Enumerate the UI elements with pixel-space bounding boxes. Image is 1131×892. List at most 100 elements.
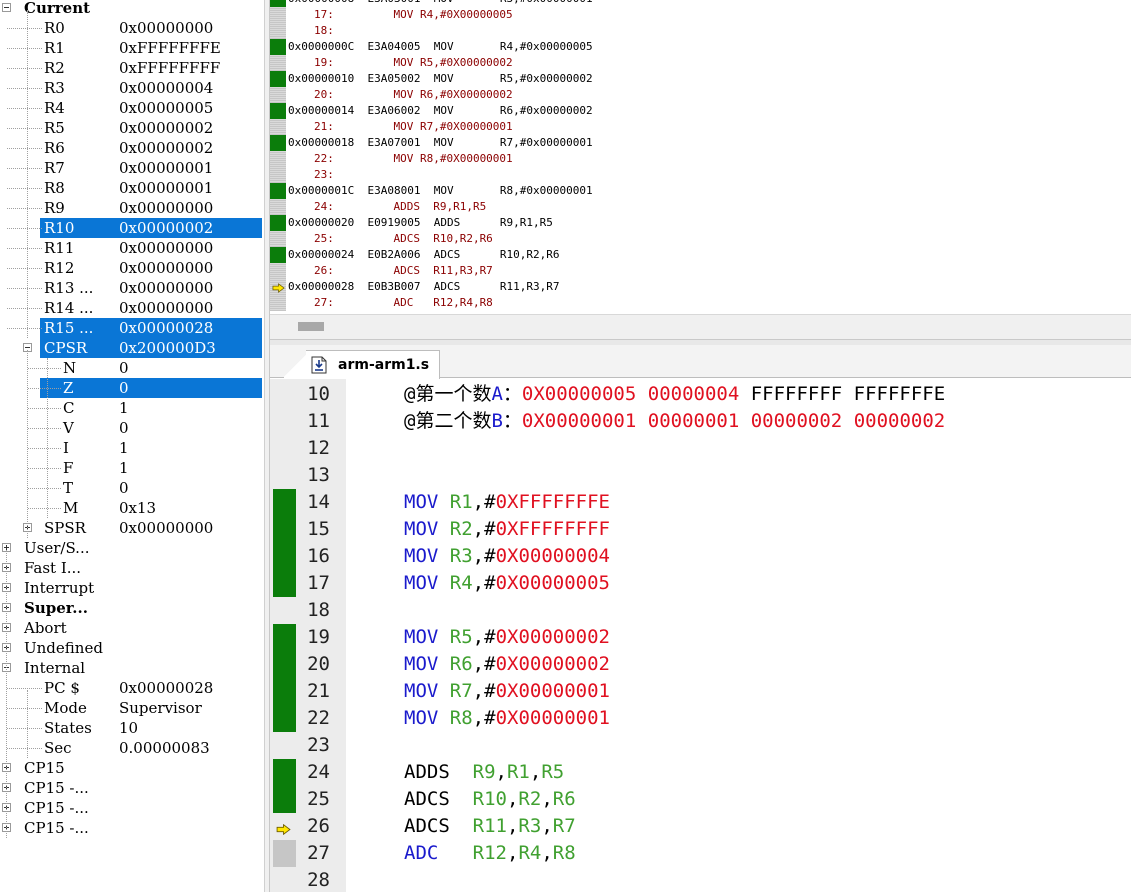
editor-line[interactable]: 12 [270, 435, 1131, 462]
editor-line[interactable]: 19 MOV R5,#0X00000002 [270, 624, 1131, 651]
disassembly-gutter[interactable] [270, 55, 286, 71]
disassembly-gutter[interactable] [270, 23, 286, 39]
register-row[interactable]: F1 [0, 458, 262, 478]
disassembly-source-line[interactable]: 26: ADCS R11,R3,R7 [270, 263, 1131, 279]
register-row[interactable]: R12 0x00000000 [0, 258, 262, 278]
tree-collapse-icon[interactable] [2, 3, 11, 12]
disassembly-source-line[interactable]: 20: MOV R6,#0X00000002 [270, 87, 1131, 103]
editor-line[interactable]: 22 MOV R8,#0X00000001 [270, 705, 1131, 732]
register-row[interactable]: C1 [0, 398, 262, 418]
disassembly-instruction[interactable]: 0x0000001C E3A08001 MOV R8,#0x00000001 [270, 183, 1131, 199]
register-row[interactable]: R1 0xFFFFFFFE [0, 38, 262, 58]
register-row[interactable]: States 10 [0, 718, 262, 738]
editor-line[interactable]: 24 ADDS R9,R1,R5 [270, 759, 1131, 786]
register-row[interactable]: CP15 -... [0, 778, 262, 798]
register-row[interactable]: R7 0x00000001 [0, 158, 262, 178]
editor-line[interactable]: 18 [270, 597, 1131, 624]
register-row[interactable]: R6 0x00000002 [0, 138, 262, 158]
disassembly-gutter[interactable] [270, 247, 286, 263]
register-row[interactable]: N0 [0, 358, 262, 378]
disassembly-instruction[interactable]: 0x00000020 E0919005 ADDS R9,R1,R5 [270, 215, 1131, 231]
disassembly-gutter[interactable] [270, 71, 286, 87]
disassembly-gutter[interactable] [270, 39, 286, 55]
register-row[interactable]: Z0 [0, 378, 262, 398]
editor-line[interactable]: 11 @第二个数B：0X00000001 00000001 00000002 00… [270, 408, 1131, 435]
register-row[interactable]: R10 0x00000002 [0, 218, 262, 238]
register-row[interactable]: PC $ 0x00000028 [0, 678, 262, 698]
disassembly-horizontal-scrollbar[interactable] [270, 314, 1131, 339]
disassembly-gutter[interactable] [270, 135, 286, 151]
register-row[interactable]: R13 ... 0x00000000 [0, 278, 262, 298]
register-row[interactable]: R11 0x00000000 [0, 238, 262, 258]
disassembly-gutter[interactable] [270, 231, 286, 247]
disassembly-gutter[interactable] [270, 103, 286, 119]
register-row[interactable]: CP15 -... [0, 818, 262, 838]
register-row[interactable]: Fast I... [0, 558, 262, 578]
register-row[interactable]: Sec 0.00000083 [0, 738, 262, 758]
disassembly-instruction[interactable]: 0x00000010 E3A05002 MOV R5,#0x00000002 [270, 71, 1131, 87]
register-row[interactable]: User/S... [0, 538, 262, 558]
editor-line[interactable]: 28 [270, 867, 1131, 892]
tab-arm-arm1[interactable]: arm-arm1.s [306, 350, 440, 379]
disassembly-gutter[interactable] [270, 183, 286, 199]
register-row[interactable]: SPSR 0x00000000 [0, 518, 262, 538]
disassembly-gutter[interactable] [270, 199, 286, 215]
editor-line[interactable]: 10 @第一个数A：0X00000005 00000004 FFFFFFFF FF… [270, 381, 1131, 408]
register-row[interactable]: I1 [0, 438, 262, 458]
register-row[interactable]: Mode Supervisor [0, 698, 262, 718]
editor-line[interactable]: 25 ADCS R10,R2,R6 [270, 786, 1131, 813]
disassembly-instruction[interactable]: 0x00000028 E0B3B007 ADCS R11,R3,R7 [270, 279, 1131, 295]
editor-line[interactable]: 14 MOV R1,#0XFFFFFFFE [270, 489, 1131, 516]
register-row[interactable]: CPSR 0x200000D3 [0, 338, 262, 358]
disassembly-source-line[interactable]: 23: [270, 167, 1131, 183]
register-row[interactable]: Super... [0, 598, 262, 618]
register-row[interactable]: R3 0x00000004 [0, 78, 262, 98]
editor-line[interactable]: 26 ADCS R11,R3,R7 [270, 813, 1131, 840]
register-row[interactable]: Interrupt [0, 578, 262, 598]
register-row[interactable]: Undefined [0, 638, 262, 658]
disassembly-gutter[interactable] [270, 119, 286, 135]
disassembly-gutter[interactable] [270, 151, 286, 167]
disassembly-view[interactable]: 0x00000008 E3A03001 MOV R3,#0x0000000117… [270, 0, 1131, 314]
source-editor[interactable]: 10 @第一个数A：0X00000005 00000004 FFFFFFFF FF… [270, 379, 1131, 892]
register-row[interactable]: Abort [0, 618, 262, 638]
disassembly-gutter[interactable] [270, 295, 286, 311]
scrollbar-thumb[interactable] [298, 322, 324, 331]
register-row[interactable]: R14 ... 0x00000000 [0, 298, 262, 318]
register-row[interactable]: CP15 [0, 758, 262, 778]
disassembly-source-line[interactable]: 25: ADCS R10,R2,R6 [270, 231, 1131, 247]
register-row[interactable]: R0 0x00000000 [0, 18, 262, 38]
register-row[interactable]: CP15 -... [0, 798, 262, 818]
disassembly-gutter[interactable] [270, 167, 286, 183]
editor-line[interactable]: 17 MOV R4,#0X00000005 [270, 570, 1131, 597]
register-row[interactable]: Current [0, 0, 262, 18]
register-row[interactable]: M 0x13 [0, 498, 262, 518]
editor-line[interactable]: 13 [270, 462, 1131, 489]
disassembly-instruction[interactable]: 0x00000008 E3A03001 MOV R3,#0x00000001 [270, 0, 1131, 7]
editor-line[interactable]: 20 MOV R6,#0X00000002 [270, 651, 1131, 678]
register-row[interactable]: R9 0x00000000 [0, 198, 262, 218]
editor-line[interactable]: 21 MOV R7,#0X00000001 [270, 678, 1131, 705]
disassembly-source-line[interactable]: 19: MOV R5,#0X00000002 [270, 55, 1131, 71]
disassembly-source-line[interactable]: 24: ADDS R9,R1,R5 [270, 199, 1131, 215]
disassembly-source-line[interactable]: 22: MOV R8,#0X00000001 [270, 151, 1131, 167]
disassembly-source-line[interactable]: 21: MOV R7,#0X00000001 [270, 119, 1131, 135]
disassembly-gutter[interactable] [270, 7, 286, 23]
register-row[interactable]: R5 0x00000002 [0, 118, 262, 138]
register-row[interactable]: R4 0x00000005 [0, 98, 262, 118]
editor-line[interactable]: 16 MOV R3,#0X00000004 [270, 543, 1131, 570]
register-row[interactable]: R8 0x00000001 [0, 178, 262, 198]
editor-line[interactable]: 27 ADC R12,R4,R8 [270, 840, 1131, 867]
disassembly-instruction[interactable]: 0x00000024 E0B2A006 ADCS R10,R2,R6 [270, 247, 1131, 263]
disassembly-source-line[interactable]: 18: [270, 23, 1131, 39]
disassembly-instruction[interactable]: 0x00000018 E3A07001 MOV R7,#0x00000001 [270, 135, 1131, 151]
disassembly-source-line[interactable]: 27: ADC R12,R4,R8 [270, 295, 1131, 311]
disassembly-gutter[interactable] [270, 87, 286, 103]
register-row[interactable]: R15 ... 0x00000028 [0, 318, 262, 338]
register-row[interactable]: V0 [0, 418, 262, 438]
editor-line[interactable]: 15 MOV R2,#0XFFFFFFFF [270, 516, 1131, 543]
register-row[interactable]: Internal [0, 658, 262, 678]
register-row[interactable]: T0 [0, 478, 262, 498]
disassembly-instruction[interactable]: 0x00000014 E3A06002 MOV R6,#0x00000002 [270, 103, 1131, 119]
register-row[interactable]: R2 0xFFFFFFFF [0, 58, 262, 78]
